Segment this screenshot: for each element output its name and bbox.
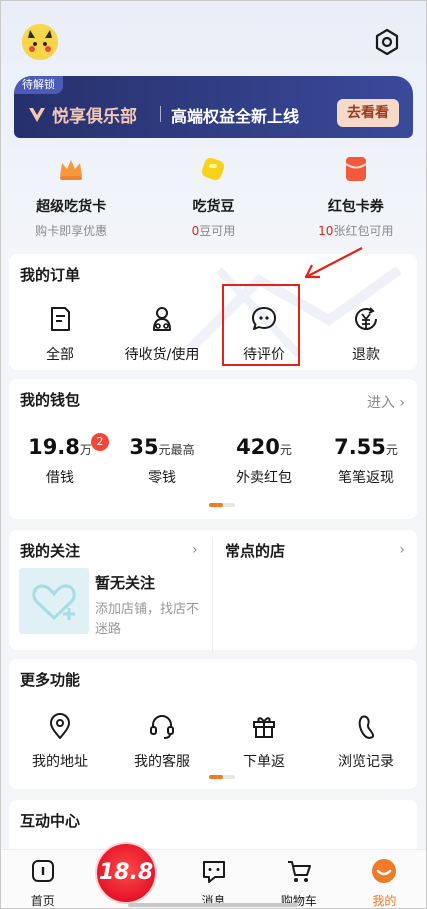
more-history[interactable]: 浏览记录 [315, 711, 417, 771]
club-divider [160, 106, 161, 122]
follow-chevron-icon[interactable]: › [192, 542, 198, 558]
locked-tag: 待解锁 [14, 76, 63, 94]
loan-badge: 2 [91, 433, 109, 451]
perk-sub: 购卡即享优惠 [35, 224, 108, 238]
perk-super-card[interactable]: 超级吃货卡 购卡即享优惠 [0, 148, 142, 248]
wallet-loan[interactable]: 2 19.8万 借钱 [9, 433, 111, 487]
wallet-row: 2 19.8万 借钱 35元最高 零钱 420元 外卖红包 7.55元 笔笔返现 [9, 433, 417, 487]
wallet-page-indicator [209, 503, 235, 507]
perk-title: 红包卡券 [327, 199, 384, 215]
order-to-receive-label: 待收货/使用 [124, 347, 200, 363]
order-all-label: 全部 [46, 347, 74, 363]
delivery-person-icon [153, 307, 171, 331]
red-packet-icon [345, 157, 367, 181]
settings-gear-icon[interactable] [373, 28, 401, 56]
promo-badge-button[interactable]: 18.8 [95, 842, 157, 904]
perks-row: 超级吃货卡 购卡即享优惠 吃货豆 0豆可用 红包卡券 10张红包可用 [0, 148, 427, 248]
wallet-enter-link[interactable]: 进入 › [367, 392, 405, 412]
perk-title: 吃货豆 [192, 199, 235, 215]
wallet-cashback[interactable]: 7.55元 笔笔返现 [315, 435, 417, 487]
follow-divider [212, 538, 213, 654]
nav-profile[interactable]: 我的 [342, 850, 427, 909]
cart-icon [287, 861, 311, 882]
bottom-nav: 首页 消息 购物车 我的 [0, 849, 427, 909]
club-name: 悦享俱乐部 [28, 102, 137, 127]
nav-messages[interactable]: 消息 [171, 850, 256, 909]
club-logo-icon [29, 107, 45, 122]
gift-icon [253, 717, 275, 738]
nav-profile-label: 我的 [372, 894, 397, 908]
club-banner[interactable]: 待解锁 悦享俱乐部 高端权益全新上线 去看看 [14, 76, 413, 138]
orders-title: 我的订单 [20, 266, 81, 284]
follow-card: 我的关注 › 暂无关注 添加店铺，找店不迷路 常点的店 › [9, 530, 417, 654]
more-history-label: 浏览记录 [338, 754, 394, 770]
more-service[interactable]: 我的客服 [111, 711, 213, 771]
order-list-icon [51, 307, 70, 331]
stores-title: 常点的店 [225, 542, 286, 560]
interact-title: 互动中心 [20, 812, 81, 830]
wallet-title: 我的钱包 [20, 391, 81, 409]
order-to-receive[interactable]: 待收货/使用 [111, 304, 213, 364]
perk-sub: 10张红包可用 [318, 224, 394, 238]
order-refund-label: 退款 [352, 347, 380, 363]
empty-follow-title: 暂无关注 [95, 574, 156, 592]
more-service-label: 我的客服 [134, 754, 190, 770]
promo-amount: 18.8 [98, 860, 154, 885]
empty-follow-image [19, 568, 89, 634]
club-go-button[interactable]: 去看看 [337, 99, 399, 127]
home-icon [31, 860, 54, 882]
more-order-return[interactable]: 下单返 [213, 711, 315, 771]
footprint-icon [358, 715, 375, 739]
perk-beans[interactable]: 吃货豆 0豆可用 [142, 148, 284, 248]
profile-icon [372, 859, 397, 883]
more-order-return-label: 下单返 [243, 754, 285, 770]
more-card: 更多功能 我的地址 我的客服 下单返 浏览记录 [9, 659, 417, 789]
more-address-label: 我的地址 [32, 754, 88, 770]
more-row: 我的地址 我的客服 下单返 浏览记录 [9, 711, 417, 771]
crown-icon [60, 160, 83, 180]
empty-follow-desc: 添加店铺，找店不迷路 [95, 602, 200, 637]
bean-icon [202, 157, 225, 181]
order-all[interactable]: 全部 [9, 304, 111, 364]
perk-title: 超级吃货卡 [36, 199, 107, 215]
more-address[interactable]: 我的地址 [9, 711, 111, 771]
nav-home-label: 首页 [30, 894, 55, 908]
pointer-arrow-icon [304, 247, 363, 279]
orders-row: 全部 待收货/使用 待评价 退款 [9, 304, 417, 364]
order-refund[interactable]: 退款 [315, 304, 417, 364]
perk-coupons[interactable]: 红包卡券 10张红包可用 [285, 148, 427, 248]
nav-home[interactable]: 首页 [0, 850, 85, 909]
review-highlight-box [222, 284, 300, 366]
club-name-text: 悦享俱乐部 [52, 107, 137, 127]
more-title: 更多功能 [20, 671, 81, 689]
wallet-card: 我的钱包 进入 › 2 19.8万 借钱 35元最高 零钱 420元 外卖红包 … [9, 379, 417, 519]
follow-title: 我的关注 [20, 542, 81, 560]
refund-icon [355, 307, 377, 330]
more-page-indicator [209, 775, 235, 779]
club-description: 高端权益全新上线 [171, 107, 300, 126]
wallet-change[interactable]: 35元最高 零钱 [111, 435, 213, 487]
message-icon [202, 861, 225, 883]
wallet-red-packet[interactable]: 420元 外卖红包 [213, 435, 315, 487]
nav-cart[interactable]: 购物车 [256, 850, 341, 909]
home-indicator [128, 903, 298, 907]
avatar[interactable] [22, 24, 58, 60]
headset-icon [150, 715, 174, 739]
perk-sub: 0豆可用 [191, 224, 236, 238]
location-pin-icon [50, 713, 70, 739]
stores-chevron-icon[interactable]: › [399, 542, 405, 558]
